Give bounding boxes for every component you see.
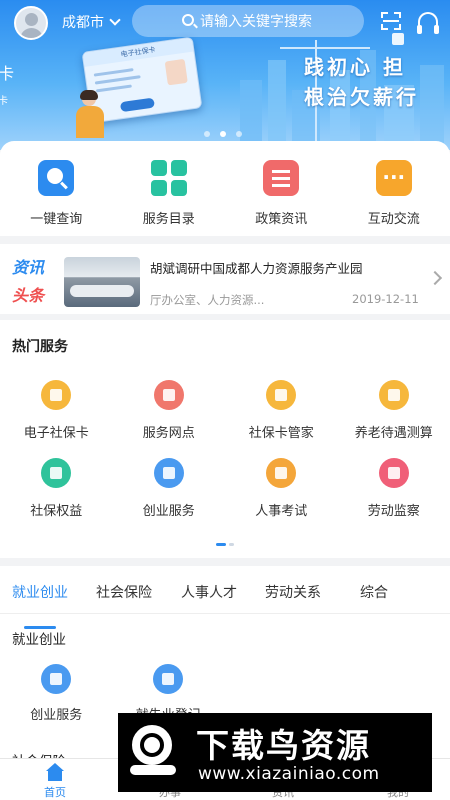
home-icon [45, 763, 65, 781]
quick-actions: 一键查询 服务目录 政策资讯 互动交流 [0, 160, 450, 227]
service-row: 电子社保卡 服务网点 社保卡管家 养老待遇测算 [0, 380, 450, 441]
inspect-icon [378, 458, 409, 488]
service-rights[interactable]: 社保权益 [0, 458, 113, 519]
badge-icon [41, 458, 72, 488]
banner-edge-text: 卡 卡 [0, 64, 15, 107]
tab-social-insurance[interactable]: 社会保险 [96, 582, 152, 602]
avatar[interactable] [14, 6, 48, 40]
exam-icon [266, 458, 297, 488]
banner-slogan: 践初心 担 根治欠薪行 [304, 55, 419, 109]
news-thumbnail [64, 257, 140, 307]
service-startup[interactable]: 创业服务 [113, 458, 226, 519]
watermark: 下载鸟资源 www.xiazainiao.com [118, 713, 432, 792]
top-bar: 成都市 请输入关键字搜索 [0, 0, 450, 45]
service-pension-calc[interactable]: 养老待遇测算 [338, 380, 450, 441]
scan-icon[interactable] [381, 12, 404, 45]
search-icon [38, 160, 75, 196]
tab-employment[interactable]: 就业创业 [12, 582, 68, 602]
page-indicator [216, 543, 234, 546]
quick-action-chat[interactable]: 互动交流 [338, 160, 450, 227]
news-title: 胡斌调研中国成都人力资源服务产业园 [150, 261, 363, 276]
tab-labor-relations[interactable]: 劳动关系 [265, 582, 321, 602]
chevron-right-icon [427, 270, 443, 286]
service-labor-inspection[interactable]: 劳动监察 [338, 458, 450, 519]
hot-services-section: 热门服务 电子社保卡 服务网点 社保卡管家 养老待遇测算 社保权益 创业服务 人… [0, 320, 450, 558]
quick-action-catalog[interactable]: 服务目录 [113, 160, 226, 227]
headset-icon[interactable] [417, 12, 439, 34]
service-e-social-card[interactable]: 电子社保卡 [0, 380, 113, 441]
nav-home[interactable]: 首页 [25, 763, 85, 800]
box-icon [378, 380, 409, 410]
service-outlets[interactable]: 服务网点 [113, 380, 226, 441]
location-icon [153, 380, 184, 410]
tie-icon [153, 458, 184, 488]
service-startup[interactable]: 创业服务 [0, 664, 113, 723]
document-icon [263, 160, 300, 196]
tab-general[interactable]: 综合 [360, 582, 388, 602]
chat-icon [375, 160, 412, 196]
banner[interactable]: 成都市 请输入关键字搜索 卡 卡 电子社保卡 践初心 担 根治欠薪行 [0, 0, 450, 150]
section-title: 热门服务 [12, 339, 68, 355]
search-icon [182, 14, 194, 26]
city-selector[interactable]: 成都市 [62, 12, 121, 32]
carousel-dot [236, 131, 242, 137]
person-illustration [70, 90, 110, 138]
news-logo-bottom: 头条 [12, 286, 45, 305]
carousel-indicator [204, 131, 242, 137]
grid-icon [150, 160, 187, 196]
news-logo-top: 资讯 [12, 258, 45, 277]
carousel-dot-active [220, 131, 226, 137]
bird-logo-icon [124, 721, 186, 783]
tie-icon [41, 664, 72, 694]
watermark-url: www.xiazainiao.com [198, 764, 380, 784]
id-card-icon [41, 380, 72, 410]
tab-talent[interactable]: 人事人才 [181, 582, 237, 602]
service-exam[interactable]: 人事考试 [225, 458, 338, 519]
news-source: 厅办公室、人力资源... [150, 293, 265, 307]
quick-action-query[interactable]: 一键查询 [0, 160, 113, 227]
briefcase-icon [153, 664, 184, 694]
carousel-dot [204, 131, 210, 137]
service-card-manager[interactable]: 社保卡管家 [225, 380, 338, 441]
section-title: 就业创业 [12, 632, 66, 648]
city-label: 成都市 [62, 15, 104, 31]
card-manager-icon [266, 380, 297, 410]
quick-action-policy[interactable]: 政策资讯 [225, 160, 338, 227]
chevron-down-icon [109, 13, 121, 26]
news-headline[interactable]: 资讯 头条 胡斌调研中国成都人力资源服务产业园 厅办公室、人力资源... 201… [0, 244, 450, 314]
watermark-brand: 下载鸟资源 [196, 726, 371, 765]
service-row: 社保权益 创业服务 人事考试 劳动监察 [0, 458, 450, 519]
search-placeholder: 请输入关键字搜索 [200, 14, 312, 30]
search-input[interactable]: 请输入关键字搜索 [132, 5, 364, 37]
category-tabs: 就业创业 社会保险 人事人才 劳动关系 综合 [0, 582, 450, 629]
news-date: 2019-12-11 [352, 292, 419, 306]
